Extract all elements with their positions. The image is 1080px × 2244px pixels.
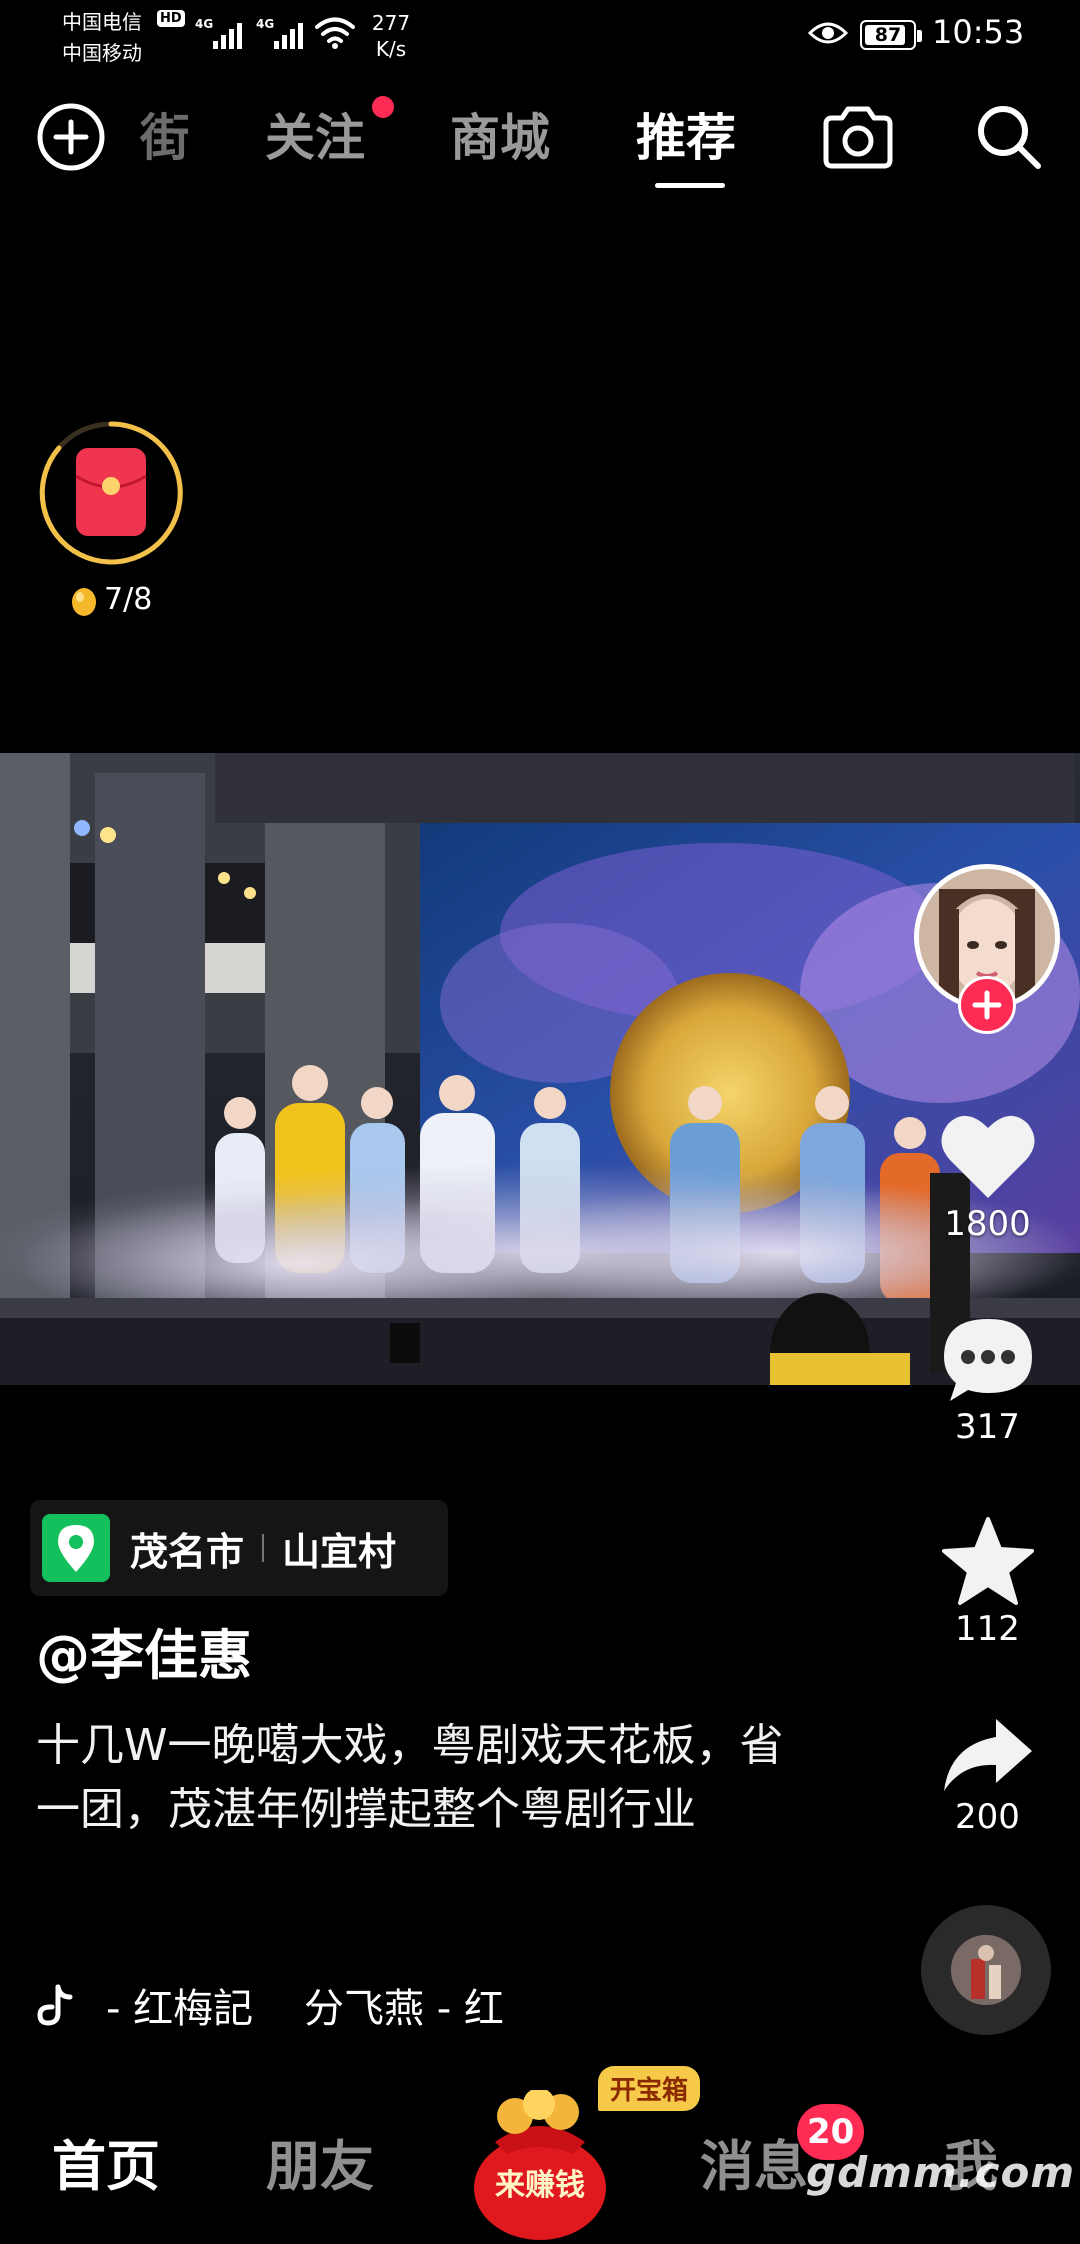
tab-recommend[interactable]: 推荐: [636, 108, 736, 168]
location-city: 茂名市: [130, 1529, 245, 1574]
wifi-icon: [315, 17, 355, 49]
net-speed: 277 K/s: [366, 10, 416, 62]
network-type-label: 4G: [195, 17, 214, 31]
hd-badge: HD: [157, 10, 185, 27]
tab-home[interactable]: 首页: [52, 2132, 160, 2202]
earn-money-label: 来赚钱: [495, 2168, 585, 2203]
tab-faded[interactable]: 街: [140, 108, 188, 168]
tab-friends[interactable]: 朋友: [266, 2132, 374, 2202]
video-caption: 十几W一晚噶大戏，粤剧戏天花板，省一团，茂湛年例撑起整个粤剧行业: [36, 1720, 784, 1835]
star-icon: [941, 1517, 1034, 1605]
active-tab-indicator: [655, 183, 725, 188]
signal-icon: 4G: [195, 15, 247, 51]
red-packet-count: 7/8: [104, 582, 153, 617]
comment-count: 317: [955, 1407, 1020, 1447]
watermark: gdmm.com: [806, 2148, 1076, 2197]
treasure-box-badge[interactable]: 开宝箱: [598, 2066, 701, 2111]
plus-circle-icon[interactable]: [36, 102, 106, 172]
share-arrow-icon: [943, 1719, 1032, 1791]
music-info[interactable]: - 红梅記 分飞燕 - 红: [36, 1975, 504, 2035]
status-bar: 中国电信 HD 中国移动 4G 4G 277 K/s 87 10:53: [0, 0, 1080, 70]
tab-mall[interactable]: 商城: [450, 108, 550, 168]
favorite-button[interactable]: 112: [925, 1515, 1050, 1651]
location-divider: [262, 1534, 265, 1562]
net-speed-unit: K/s: [375, 37, 407, 61]
top-nav: 街 关注 商城 推荐: [0, 90, 1080, 200]
net-speed-value: 277: [371, 11, 411, 35]
share-count: 200: [955, 1797, 1020, 1837]
tab-messages[interactable]: 消息: [700, 2132, 808, 2202]
heart-icon: [940, 1115, 1035, 1198]
music-title: - 红梅記 分飞燕 - 红: [106, 1986, 504, 2032]
video-frame[interactable]: [0, 753, 1080, 1385]
carrier-name-1: 中国电信: [62, 10, 142, 34]
comment-icon: [943, 1319, 1032, 1401]
location-tag[interactable]: 茂名市 山宜村: [30, 1500, 448, 1596]
author-name[interactable]: @李佳惠: [36, 1620, 252, 1692]
favorite-count: 112: [955, 1609, 1020, 1649]
notification-dot: [372, 96, 394, 118]
network-type-label: 4G: [256, 17, 275, 31]
music-cover: [951, 1935, 1021, 2005]
tab-follow[interactable]: 关注: [265, 108, 365, 168]
music-cover-image: [951, 1935, 1021, 2005]
clock: 10:53: [932, 13, 1025, 51]
location-pin-icon: [42, 1514, 110, 1582]
battery-icon: 87: [860, 20, 922, 50]
location-village: 山宜村: [282, 1529, 397, 1574]
like-button[interactable]: 1800: [925, 1110, 1050, 1246]
red-packet-widget[interactable]: [36, 418, 186, 568]
tiktok-note-icon: [37, 1984, 73, 2026]
music-disc[interactable]: [921, 1905, 1051, 2035]
earn-money-button[interactable]: 来赚钱: [465, 2088, 615, 2240]
search-icon[interactable]: [974, 102, 1044, 172]
battery-level: 87: [874, 24, 902, 46]
share-button[interactable]: 200: [925, 1715, 1050, 1839]
comment-button[interactable]: 317: [925, 1313, 1050, 1449]
like-count: 1800: [944, 1204, 1031, 1244]
follow-button[interactable]: [958, 976, 1016, 1034]
carrier-name-2: 中国移动: [62, 41, 142, 65]
camera-icon[interactable]: [820, 100, 896, 176]
gold-egg-icon: [72, 588, 96, 616]
signal-icon: 4G: [256, 15, 308, 51]
plus-icon: [972, 990, 1002, 1020]
red-packet-progress: 7/8: [70, 580, 152, 620]
eye-icon: [808, 22, 848, 44]
